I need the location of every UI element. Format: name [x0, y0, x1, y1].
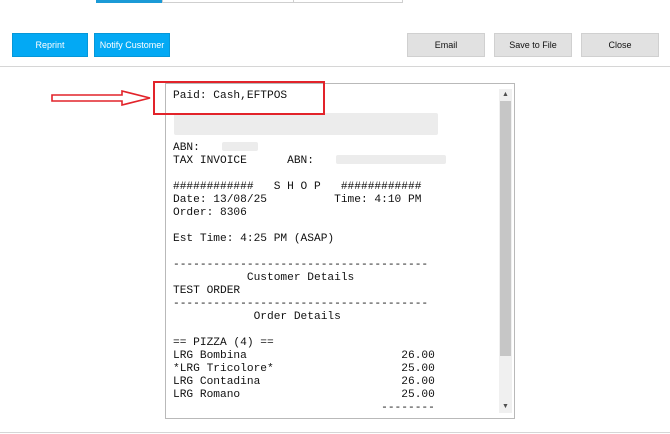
redacted-abn	[336, 155, 446, 164]
scroll-down-icon[interactable]: ▼	[499, 401, 512, 413]
receipt-line: Date: 13/08/25 Time: 4:10 PM	[173, 194, 422, 206]
tab-divider	[162, 0, 163, 3]
bottom-border	[0, 432, 670, 433]
active-tab-indicator[interactable]	[96, 0, 162, 3]
reprint-button[interactable]: Reprint	[12, 33, 88, 57]
receipt-line: --------	[173, 402, 435, 414]
redacted-business-name	[174, 113, 438, 135]
receipt-line: Est Time: 4:25 PM (ASAP)	[173, 233, 335, 245]
receipt-line: ############ S H O P ############	[173, 181, 422, 193]
close-button[interactable]: Close	[581, 33, 659, 57]
tab-divider	[293, 0, 294, 3]
receipt-line: LRG Bombina 26.00	[173, 350, 435, 362]
redacted-abn	[222, 142, 258, 151]
receipt-preview[interactable]: Paid: Cash,EFTPOS ABN: TAX INVOICE ABN: …	[165, 83, 515, 419]
annotation-arrow-icon	[51, 90, 151, 106]
toolbar-divider	[0, 66, 670, 67]
scroll-up-icon[interactable]: ▲	[499, 89, 512, 101]
receipt-line: --------------------------------------	[173, 259, 429, 271]
scroll-thumb[interactable]	[500, 101, 511, 356]
receipt-line: LRG Contadina 26.00	[173, 376, 435, 388]
receipt-line: *LRG Tricolore* 25.00	[173, 363, 435, 375]
receipt-line: == PIZZA (4) ==	[173, 337, 274, 349]
receipt-text: Paid: Cash,EFTPOS ABN: TAX INVOICE ABN: …	[173, 90, 435, 415]
receipt-line: ABN:	[173, 142, 200, 154]
receipt-line: TAX INVOICE ABN:	[173, 155, 314, 167]
tab-strip	[0, 0, 670, 4]
receipt-line: Order Details	[173, 311, 341, 323]
receipt-line: TEST ORDER	[173, 285, 241, 297]
save-to-file-button[interactable]: Save to File	[494, 33, 572, 57]
receipt-scrollbar[interactable]: ▲ ▼	[499, 89, 512, 413]
tab-divider	[402, 0, 403, 3]
receipt-line: --------------------------------------	[173, 298, 429, 310]
notify-customer-button[interactable]: Notify Customer	[94, 33, 170, 57]
receipt-line: Customer Details	[173, 272, 355, 284]
receipt-line: Order: 8306	[173, 207, 247, 219]
highlight-annotation-box	[153, 81, 325, 115]
receipt-line: LRG Romano 25.00	[173, 389, 435, 401]
email-button[interactable]: Email	[407, 33, 485, 57]
tab-baseline	[162, 2, 402, 3]
